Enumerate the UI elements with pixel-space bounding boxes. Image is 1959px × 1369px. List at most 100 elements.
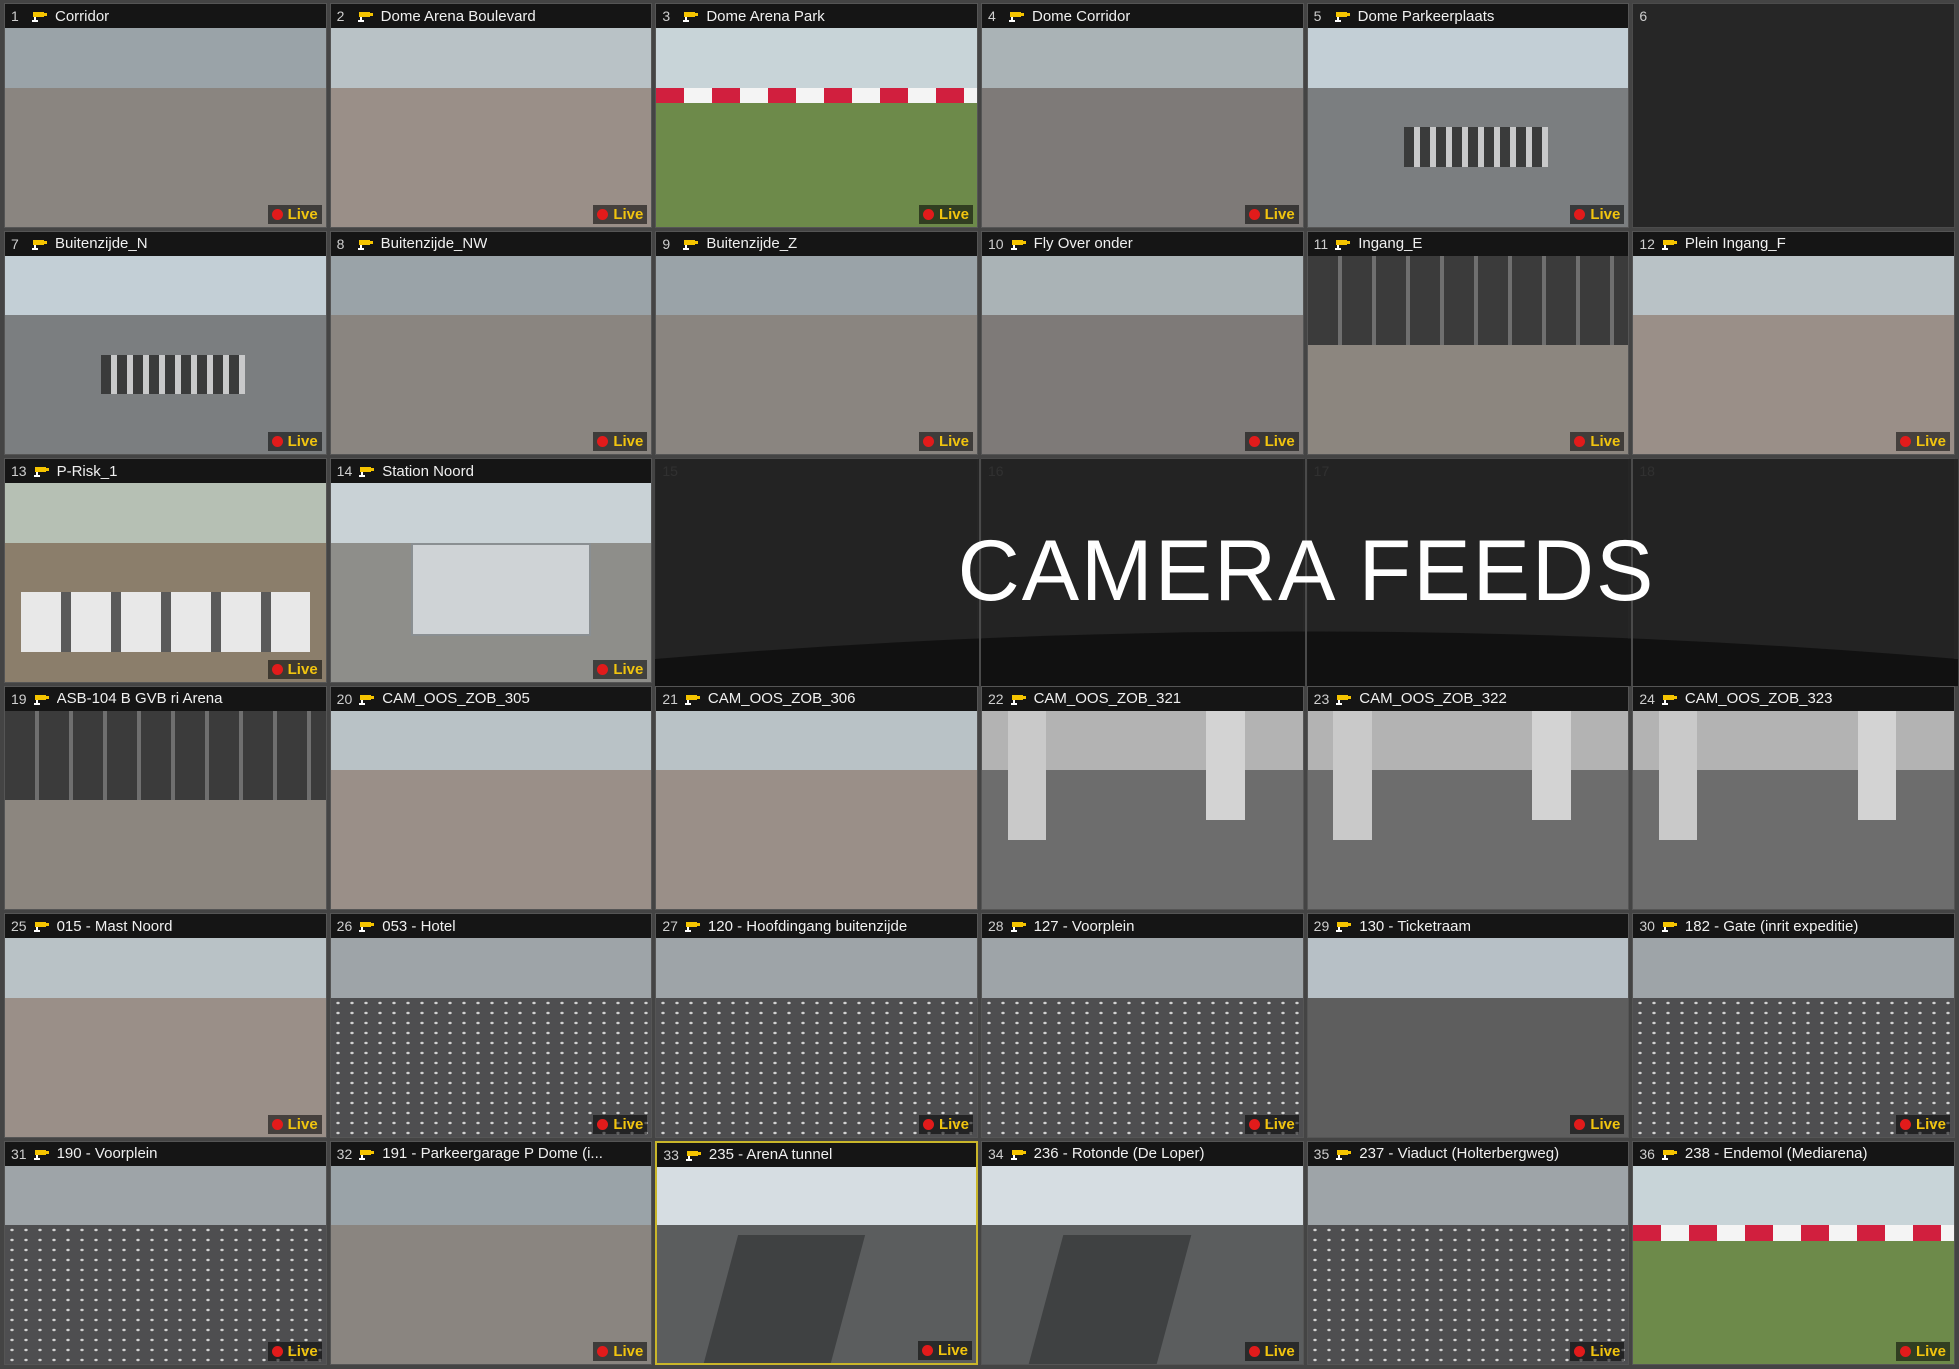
tile-number: 25 xyxy=(11,918,27,934)
camera-tile[interactable]: 30 182 - Gate (inrit expeditie) Live xyxy=(1632,913,1955,1138)
tile-header: 22 CAM_OOS_ZOB_321 xyxy=(981,686,1303,711)
live-indicator: Live xyxy=(918,432,973,451)
live-indicator: Live xyxy=(267,1114,322,1134)
camera-tile[interactable]: 12 Plein Ingang_F Live xyxy=(1632,230,1955,455)
camera-tile[interactable]: 25 015 - Mast Noord Live xyxy=(4,913,327,1138)
camera-video-feed xyxy=(330,28,652,227)
camera-name: Station Noord xyxy=(382,462,474,480)
camera-tile[interactable]: 14 Station Noord Live xyxy=(329,458,653,683)
live-dot-icon xyxy=(597,436,609,447)
tile-number: 21 xyxy=(662,690,678,707)
camera-wall: 1 Corridor Live 2 Dome Arena Boulevard Live 3 D… xyxy=(0,0,1959,1369)
camera-tile[interactable]: 4 Dome Corridor Live xyxy=(980,3,1304,228)
camera-name: 236 - Rotonde (De Loper) xyxy=(1033,1145,1205,1162)
camera-tile[interactable]: 22 CAM_OOS_ZOB_321 xyxy=(980,685,1304,910)
tile-header: 4 Dome Corridor xyxy=(981,4,1303,28)
tile-header: 35 237 - Viaduct (Holterbergweg) xyxy=(1307,1141,1629,1166)
camera-tile[interactable]: 27 120 - Hoofdingang buitenzijde Live xyxy=(655,913,978,1138)
camera-tile[interactable]: 11 Ingang_E Live xyxy=(1306,230,1630,455)
camera-tile[interactable]: 29 130 - Ticketraam Live xyxy=(1306,913,1630,1138)
camera-icon xyxy=(683,239,699,250)
camera-tile[interactable]: 36 238 - Endemol (Mediarena) Live xyxy=(1632,1140,1955,1365)
live-label: Live xyxy=(1590,1343,1621,1360)
camera-tile[interactable]: 35 237 - Viaduct (Holterbergweg) Live xyxy=(1306,1140,1630,1365)
tile-number: 13 xyxy=(11,463,27,479)
camera-tile[interactable]: 3 Dome Arena Park Live xyxy=(655,3,978,228)
live-indicator: Live xyxy=(593,204,648,224)
camera-tile[interactable]: 20 CAM_OOS_ZOB_305 xyxy=(329,685,653,910)
camera-tile[interactable]: 23 CAM_OOS_ZOB_322 xyxy=(1306,685,1630,910)
live-label: Live xyxy=(613,1343,644,1360)
camera-tile[interactable]: 8 Buitenzijde_NW Live xyxy=(329,230,653,455)
camera-video-feed xyxy=(1633,255,1954,454)
camera-video-feed xyxy=(330,255,652,454)
live-dot-icon xyxy=(271,1346,283,1357)
live-label: Live xyxy=(1264,1115,1295,1133)
camera-icon xyxy=(357,239,373,250)
camera-tile[interactable]: 28 127 - Voorplein Live xyxy=(980,913,1304,1138)
camera-tile[interactable]: 7 Buitenzijde_N Live xyxy=(4,230,327,455)
camera-tile[interactable]: 9 Buitenzijde_Z Live xyxy=(655,230,978,455)
camera-name: 130 - Ticketraam xyxy=(1359,917,1471,935)
camera-tile[interactable]: 21 CAM_OOS_ZOB_306 xyxy=(655,685,978,910)
camera-tile[interactable]: 1 Corridor Live xyxy=(4,3,327,228)
empty-camera-slot[interactable]: 15 xyxy=(655,458,978,683)
live-dot-icon xyxy=(597,663,609,675)
camera-tile[interactable]: 34 236 - Rotonde (De Loper) Live xyxy=(980,1140,1304,1365)
camera-icon xyxy=(32,239,47,250)
camera-video-feed xyxy=(5,710,326,909)
camera-tile[interactable]: 33 235 - ArenA tunnel Live xyxy=(655,1140,978,1365)
camera-tile[interactable]: 19 ASB-104 B GVB ri Arena xyxy=(4,685,327,910)
tile-header: 10 Fly Over onder xyxy=(981,231,1303,256)
tile-number: 26 xyxy=(336,918,353,934)
live-label: Live xyxy=(287,660,318,678)
tile-header: 7 Buitenzijde_N xyxy=(5,231,326,256)
camera-video-feed xyxy=(1307,255,1629,454)
live-label: Live xyxy=(613,433,644,450)
camera-icon xyxy=(359,467,375,477)
camera-tile[interactable]: 26 053 - Hotel Live xyxy=(329,913,653,1138)
camera-icon xyxy=(1010,239,1026,250)
empty-camera-slot[interactable]: 6 xyxy=(1632,3,1955,228)
camera-video-feed xyxy=(5,28,326,227)
live-label: Live xyxy=(938,205,969,223)
camera-video-feed xyxy=(330,710,652,909)
camera-tile[interactable]: 31 190 - Voorplein Live xyxy=(4,1140,327,1365)
camera-name: 191 - Parkeergarage P Dome (i... xyxy=(382,1145,603,1162)
live-label: Live xyxy=(287,1343,318,1360)
camera-name: Dome Arena Park xyxy=(706,7,825,25)
live-dot-icon xyxy=(1899,1346,1911,1357)
camera-tile[interactable]: 24 CAM_OOS_ZOB_323 xyxy=(1632,685,1955,910)
live-indicator: Live xyxy=(1570,1342,1625,1361)
empty-camera-slot[interactable]: 18 xyxy=(1632,458,1955,683)
live-dot-icon xyxy=(1248,1118,1260,1130)
live-dot-icon xyxy=(1248,1346,1260,1357)
camera-icon xyxy=(1661,1149,1677,1160)
camera-icon xyxy=(1334,12,1350,22)
tile-header: 1 Corridor xyxy=(5,4,326,28)
camera-video-feed xyxy=(1307,938,1629,1137)
tile-header: 17 xyxy=(1308,459,1629,483)
tile-header: 27 120 - Hoofdingang buitenzijde xyxy=(656,914,977,938)
camera-tile[interactable]: 10 Fly Over onder Live xyxy=(980,230,1304,455)
camera-tile[interactable]: 13 P-Risk_1 Live xyxy=(4,458,327,683)
camera-tile[interactable]: 2 Dome Arena Boulevard Live xyxy=(329,3,653,228)
live-dot-icon xyxy=(597,1118,609,1130)
camera-tile[interactable]: 5 Dome Parkeerplaats Live xyxy=(1306,3,1630,228)
camera-icon xyxy=(684,694,700,705)
empty-camera-slot[interactable]: 17 xyxy=(1306,458,1630,683)
camera-icon xyxy=(359,922,375,932)
camera-name: 120 - Hoofdingang buitenzijde xyxy=(707,917,908,935)
camera-video-feed xyxy=(5,255,326,454)
camera-video-feed xyxy=(981,938,1303,1137)
camera-video-feed xyxy=(1633,1165,1954,1364)
tile-header: 29 130 - Ticketraam xyxy=(1307,914,1629,938)
tile-number: 7 xyxy=(11,235,19,252)
live-indicator: Live xyxy=(267,204,322,224)
camera-icon xyxy=(1336,1149,1352,1160)
empty-camera-slot[interactable]: 16 xyxy=(980,458,1304,683)
live-indicator: Live xyxy=(593,432,648,451)
camera-name: CAM_OOS_ZOB_305 xyxy=(382,690,530,707)
camera-tile[interactable]: 32 191 - Parkeergarage P Dome (i... Live xyxy=(329,1140,653,1365)
tile-header: 19 ASB-104 B GVB ri Arena xyxy=(5,686,326,711)
